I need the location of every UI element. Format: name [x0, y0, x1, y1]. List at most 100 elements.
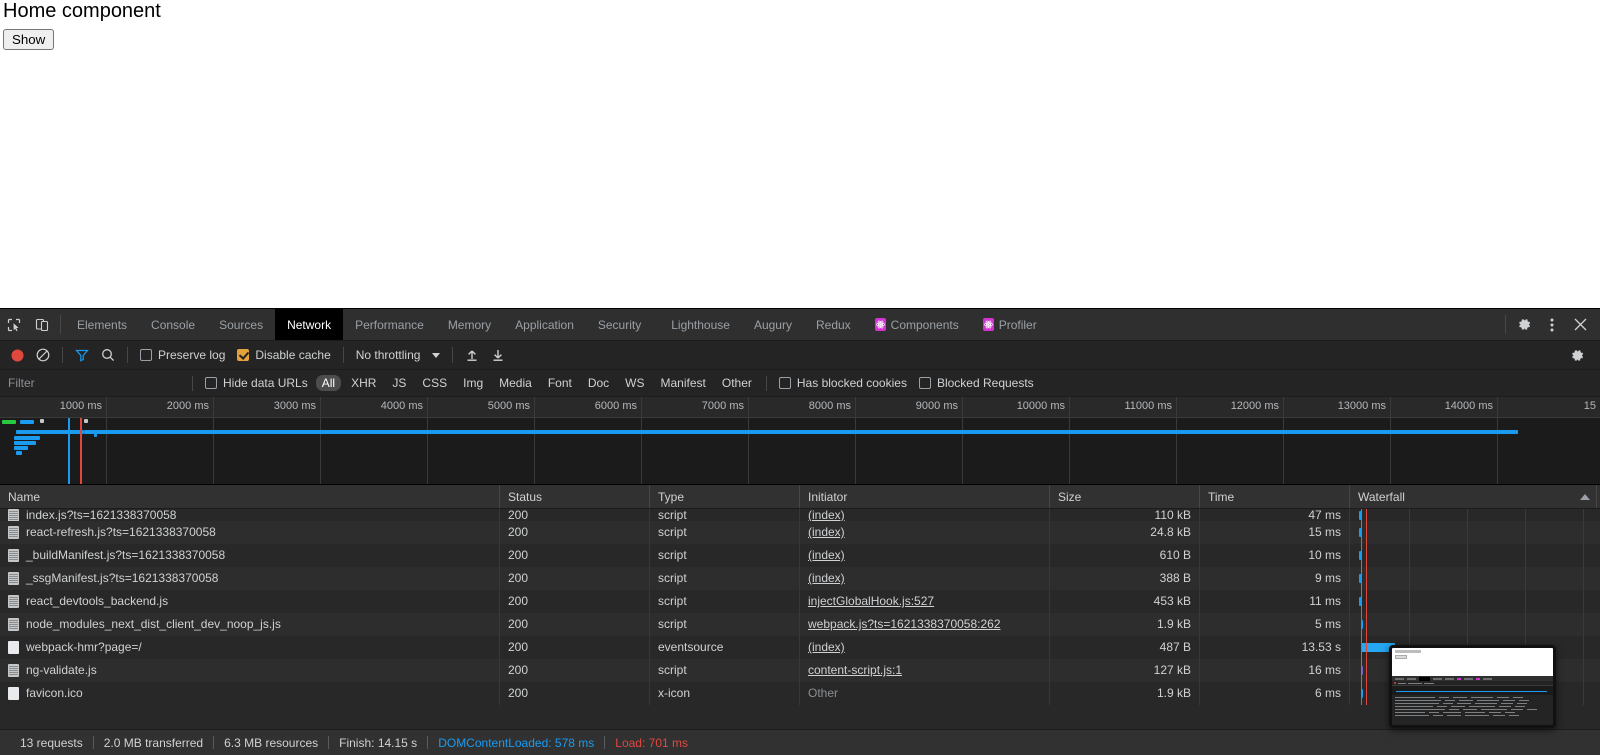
- cell-time-text: 15 ms: [1308, 525, 1341, 539]
- tab-application[interactable]: Application: [503, 309, 586, 340]
- device-toolbar-icon[interactable]: [28, 309, 56, 340]
- cell-initiator[interactable]: injectGlobalHook.js:527: [800, 590, 1050, 613]
- tab-sources[interactable]: Sources: [207, 309, 275, 340]
- tab-label: Performance: [355, 317, 424, 332]
- type-filter-xhr[interactable]: XHR: [345, 375, 382, 391]
- table-row[interactable]: favicon.ico 200 x-icon Other 1.9 kB 6 ms: [0, 682, 1600, 705]
- search-icon[interactable]: [95, 343, 121, 367]
- cell-size-text: 487 B: [1159, 640, 1191, 654]
- column-header-initiator[interactable]: Initiator: [800, 485, 1050, 508]
- close-icon[interactable]: [1566, 309, 1594, 340]
- network-settings-gear-icon[interactable]: [1564, 343, 1590, 367]
- tab-security[interactable]: Security: [586, 309, 653, 340]
- type-filter-all[interactable]: All: [315, 375, 342, 391]
- tab-performance[interactable]: Performance: [343, 309, 436, 340]
- tab-memory[interactable]: Memory: [436, 309, 503, 340]
- grid-body[interactable]: index.js?ts=1621338370058 200 script (index…: [0, 509, 1600, 729]
- cell-initiator-text[interactable]: webpack.js?ts=1621338370058:262: [808, 617, 1001, 631]
- column-header-time[interactable]: Time: [1200, 485, 1350, 508]
- hide-data-urls-checkbox[interactable]: Hide data URLs: [199, 376, 314, 390]
- cell-waterfall[interactable]: [1350, 590, 1597, 613]
- type-filter-css[interactable]: CSS: [416, 375, 453, 391]
- cell-initiator-text[interactable]: (index): [808, 509, 845, 521]
- tab-network[interactable]: Network: [275, 309, 344, 340]
- table-row[interactable]: webpack-hmr?page=/ 200 eventsource (index) 4…: [0, 636, 1600, 659]
- table-row[interactable]: react_devtools_backend.js 200 script inject…: [0, 590, 1600, 613]
- cell-time-text: 5 ms: [1314, 617, 1341, 631]
- table-row[interactable]: _ssgManifest.js?ts=1621338370058 200 scrip…: [0, 567, 1600, 590]
- record-stop-icon[interactable]: [4, 343, 30, 367]
- tab-lighthouse[interactable]: Lighthouse: [653, 309, 742, 340]
- throttling-select[interactable]: No throttling: [350, 348, 447, 362]
- cell-initiator-text[interactable]: (index): [808, 571, 845, 585]
- waterfall-domcontentloaded-line: [1361, 509, 1362, 521]
- preserve-log-checkbox[interactable]: Preserve log: [134, 348, 231, 362]
- type-filter-img[interactable]: Img: [457, 375, 489, 391]
- clear-icon[interactable]: [30, 343, 56, 367]
- filter-input[interactable]: [0, 376, 186, 390]
- cell-initiator[interactable]: webpack.js?ts=1621338370058:262: [800, 613, 1050, 636]
- disable-cache-checkbox[interactable]: Disable cache: [231, 348, 336, 362]
- cell-initiator[interactable]: (index): [800, 636, 1050, 659]
- show-button[interactable]: Show: [3, 29, 55, 50]
- tab-augury[interactable]: Augury: [742, 309, 804, 340]
- tab-label: Lighthouse: [671, 317, 730, 332]
- tab-components[interactable]: Components: [863, 309, 971, 340]
- table-row[interactable]: react-refresh.js?ts=1621338370058 200 scri…: [0, 521, 1600, 544]
- cell-initiator[interactable]: (index): [800, 544, 1050, 567]
- tab-elements[interactable]: Elements: [65, 309, 139, 340]
- type-filter-media[interactable]: Media: [493, 375, 538, 391]
- column-header-label: Time: [1208, 489, 1235, 504]
- cell-initiator-text[interactable]: (index): [808, 525, 845, 539]
- more-options-icon[interactable]: [1538, 309, 1566, 340]
- cell-initiator[interactable]: content-script.js:1: [800, 659, 1050, 682]
- tab-label: Elements: [77, 317, 128, 332]
- waterfall-tick: [1409, 509, 1410, 521]
- table-row[interactable]: ng-validate.js 200 script content-script.js…: [0, 659, 1600, 682]
- cell-waterfall[interactable]: [1350, 521, 1597, 544]
- blocked-requests-checkbox[interactable]: Blocked Requests: [913, 376, 1040, 390]
- column-header-waterfall[interactable]: Waterfall: [1350, 485, 1597, 508]
- cell-initiator[interactable]: (index): [800, 567, 1050, 590]
- network-overview-timeline[interactable]: 1000 ms 2000 ms 3000 ms 4000 ms 5000 ms 6000 …: [0, 397, 1600, 485]
- cell-waterfall[interactable]: [1350, 567, 1597, 590]
- cell-waterfall[interactable]: [1350, 544, 1597, 567]
- table-row[interactable]: index.js?ts=1621338370058 200 script (index…: [0, 509, 1600, 521]
- type-filter-doc[interactable]: Doc: [582, 375, 615, 391]
- overview-tick-label: 6000 ms: [594, 400, 637, 412]
- cell-status: 200: [500, 636, 650, 659]
- tab-profiler[interactable]: Profiler: [971, 309, 1049, 340]
- cell-initiator-text[interactable]: (index): [808, 640, 845, 654]
- cell-waterfall[interactable]: [1350, 613, 1597, 636]
- inspect-element-icon[interactable]: [0, 309, 28, 340]
- column-header-size[interactable]: Size: [1050, 485, 1200, 508]
- cell-initiator[interactable]: (index): [800, 509, 1050, 521]
- type-filter-other[interactable]: Other: [716, 375, 758, 391]
- tabbar-divider-right: [1505, 315, 1506, 334]
- cell-waterfall[interactable]: [1350, 509, 1597, 521]
- cell-initiator[interactable]: (index): [800, 521, 1050, 544]
- tab-redux[interactable]: Redux: [804, 309, 863, 340]
- cell-initiator-text[interactable]: content-script.js:1: [808, 663, 902, 677]
- export-har-icon[interactable]: [485, 343, 511, 367]
- tab-console[interactable]: Console: [139, 309, 207, 340]
- table-row[interactable]: node_modules_next_dist_client_dev_noop_j…: [0, 613, 1600, 636]
- column-header-type[interactable]: Type: [650, 485, 800, 508]
- type-filter-js[interactable]: JS: [386, 375, 412, 391]
- column-header-status[interactable]: Status: [500, 485, 650, 508]
- table-row[interactable]: _buildManifest.js?ts=1621338370058 200 scr…: [0, 544, 1600, 567]
- import-har-icon[interactable]: [459, 343, 485, 367]
- overview-request-bar: [70, 430, 73, 434]
- waterfall-tick: [1467, 567, 1468, 590]
- has-blocked-cookies-checkbox[interactable]: Has blocked cookies: [773, 376, 913, 390]
- type-filter-ws[interactable]: WS: [619, 375, 650, 391]
- filter-funnel-icon[interactable]: [69, 343, 95, 367]
- cell-initiator-text[interactable]: (index): [808, 548, 845, 562]
- waterfall-load-line: [1366, 521, 1367, 544]
- type-filter-font[interactable]: Font: [542, 375, 578, 391]
- type-filter-manifest[interactable]: Manifest: [655, 375, 712, 391]
- column-header-name[interactable]: Name: [0, 485, 500, 508]
- settings-gear-icon[interactable]: [1510, 309, 1538, 340]
- cell-initiator-text[interactable]: injectGlobalHook.js:527: [808, 594, 934, 608]
- cell-status: 200: [500, 590, 650, 613]
